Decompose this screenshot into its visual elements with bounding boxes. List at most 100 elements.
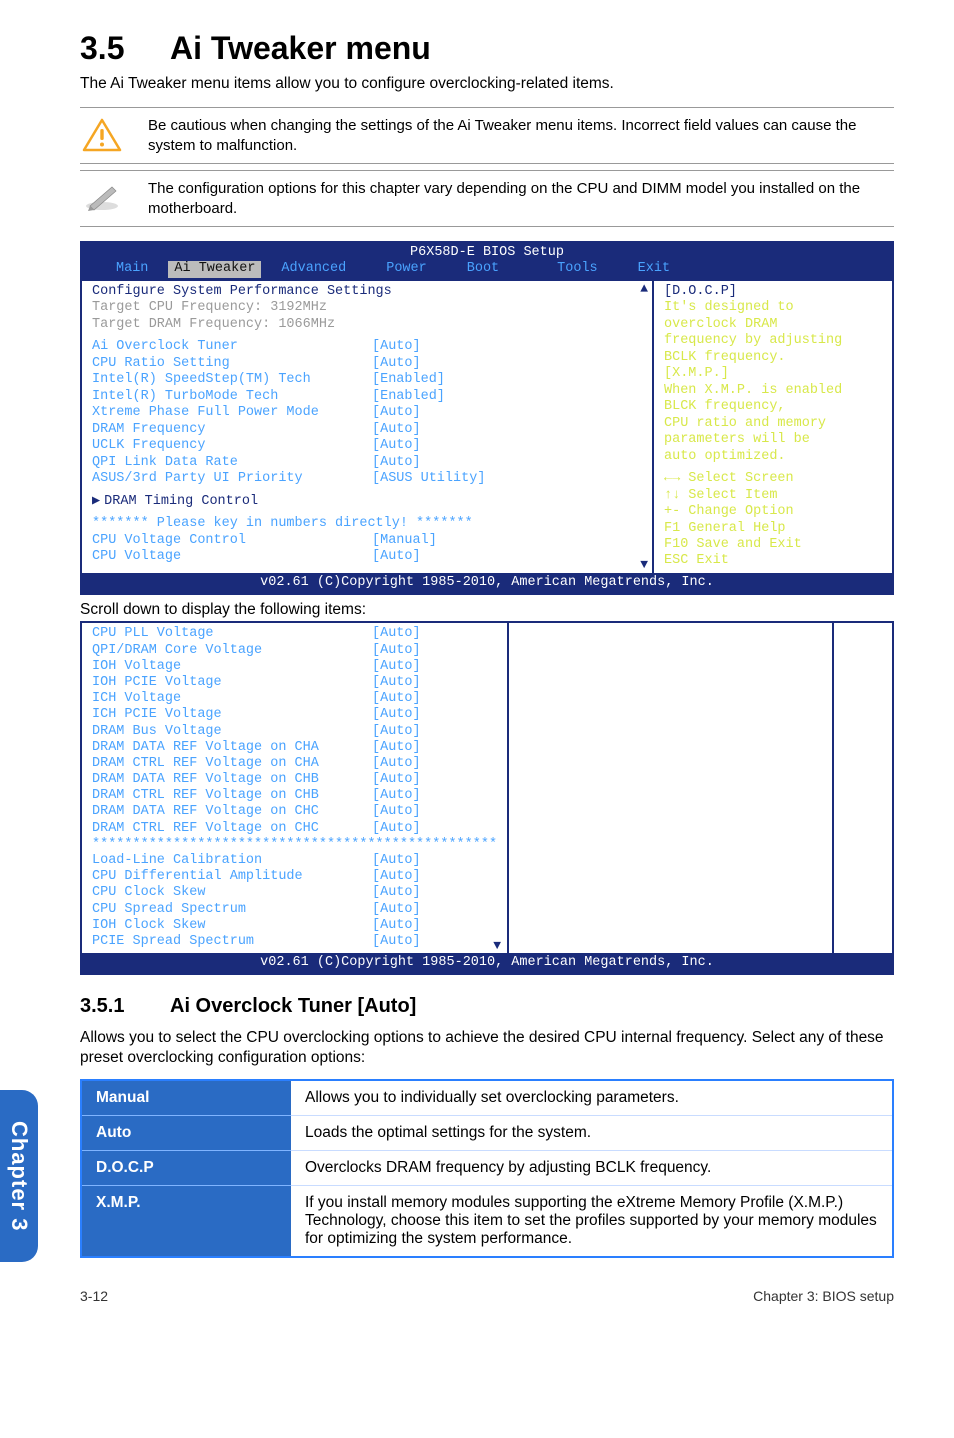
option-desc: Overclocks DRAM frequency by adjusting B… bbox=[291, 1150, 893, 1185]
bios-item-label: CPU Voltage bbox=[92, 549, 372, 565]
bios2-mid-pane bbox=[509, 623, 834, 953]
bios-item-label: QPI/DRAM Core Voltage bbox=[92, 643, 372, 659]
key-hint: F10 Save and Exit bbox=[664, 537, 882, 553]
bios-item-row: DRAM DATA REF Voltage on CHA[Auto] bbox=[92, 740, 497, 756]
bios-item-row: DRAM CTRL REF Voltage on CHC[Auto] bbox=[92, 821, 497, 837]
bios-item-value: [Auto] bbox=[372, 707, 421, 723]
option-desc: Allows you to individually set overclock… bbox=[291, 1080, 893, 1116]
bios-item-value: [Auto] bbox=[372, 934, 421, 950]
bios-item-label: DRAM DATA REF Voltage on CHC bbox=[92, 804, 372, 820]
bios-item-row: QPI/DRAM Core Voltage[Auto] bbox=[92, 643, 497, 659]
bios2-left-pane: CPU PLL Voltage[Auto]QPI/DRAM Core Volta… bbox=[82, 623, 509, 953]
menu-tools: Tools bbox=[537, 261, 618, 277]
stars-line: ******* Please key in numbers directly! … bbox=[92, 516, 642, 532]
bios-item-label: Load-Line Calibration bbox=[92, 853, 372, 869]
bios-item-value: [Enabled] bbox=[372, 389, 642, 405]
footer-page-number: 3-12 bbox=[80, 1288, 108, 1304]
target-cpu: Target CPU Frequency: 3192MHz bbox=[92, 300, 642, 316]
bios-item-row: DRAM Frequency[Auto] bbox=[92, 422, 642, 438]
section-heading: 3.5Ai Tweaker menu bbox=[80, 30, 894, 67]
menu-power: Power bbox=[366, 261, 447, 277]
option-desc: Loads the optimal settings for the syste… bbox=[291, 1115, 893, 1150]
help-line: When X.M.P. is enabled bbox=[664, 383, 882, 399]
bios-item-row: ICH Voltage[Auto] bbox=[92, 691, 497, 707]
bios-item-label: DRAM Frequency bbox=[92, 422, 372, 438]
bios-item-label: IOH Voltage bbox=[92, 659, 372, 675]
bios-item-row: DRAM Bus Voltage[Auto] bbox=[92, 724, 497, 740]
bios-item-label: PCIE Spread Spectrum bbox=[92, 934, 372, 950]
help-line: CPU ratio and memory bbox=[664, 416, 882, 432]
help-line: BCLK frequency. bbox=[664, 350, 882, 366]
bios-item-label: CPU Ratio Setting bbox=[92, 356, 372, 372]
bios-screen-main: P6X58D-E BIOS Setup Main Ai Tweaker Adva… bbox=[80, 241, 894, 595]
bios-item-label: QPI Link Data Rate bbox=[92, 455, 372, 471]
menu-main: Main bbox=[96, 261, 168, 277]
target-dram: Target DRAM Frequency: 1066MHz bbox=[92, 317, 642, 333]
bios-item-row: CPU Voltage[Auto] bbox=[92, 549, 642, 565]
bios-item-row: DRAM CTRL REF Voltage on CHA[Auto] bbox=[92, 756, 497, 772]
bios-item-label: CPU Differential Amplitude bbox=[92, 869, 372, 885]
table-row: D.O.C.POverclocks DRAM frequency by adju… bbox=[81, 1150, 893, 1185]
bios-item-row: PCIE Spread Spectrum[Auto] bbox=[92, 934, 497, 950]
bios-item-row: CPU Spread Spectrum[Auto] bbox=[92, 902, 497, 918]
menu-ai-tweaker: Ai Tweaker bbox=[168, 261, 261, 277]
option-desc: If you install memory modules supporting… bbox=[291, 1185, 893, 1257]
bios-item-row: Xtreme Phase Full Power Mode[Auto] bbox=[92, 405, 642, 421]
bios-item-label: Intel(R) SpeedStep(TM) Tech bbox=[92, 372, 372, 388]
key-hint: F1 General Help bbox=[664, 521, 882, 537]
info-note: The configuration options for this chapt… bbox=[80, 170, 894, 227]
bios-item-value: [Auto] bbox=[372, 549, 642, 565]
bios-item-label: DRAM CTRL REF Voltage on CHA bbox=[92, 756, 372, 772]
bios-item-row: CPU Differential Amplitude[Auto] bbox=[92, 869, 497, 885]
bios2-far-pane bbox=[834, 623, 892, 953]
bios-item-row: ICH PCIE Voltage[Auto] bbox=[92, 707, 497, 723]
option-key: D.O.C.P bbox=[81, 1150, 291, 1185]
bios-item-label: DRAM CTRL REF Voltage on CHB bbox=[92, 788, 372, 804]
bios-item-value: [Auto] bbox=[372, 869, 421, 885]
bios-item-row: ASUS/3rd Party UI Priority[ASUS Utility] bbox=[92, 471, 642, 487]
bios-item-value: [Auto] bbox=[372, 918, 421, 934]
option-key: Auto bbox=[81, 1115, 291, 1150]
bios-item-row: IOH PCIE Voltage[Auto] bbox=[92, 675, 497, 691]
bios-item-row: UCLK Frequency[Auto] bbox=[92, 438, 642, 454]
bios-item-value: [Auto] bbox=[372, 356, 642, 372]
bios-item-label: ASUS/3rd Party UI Priority bbox=[92, 471, 372, 487]
bios-item-row: CPU Ratio Setting[Auto] bbox=[92, 356, 642, 372]
bios-item-row: CPU Voltage Control[Manual] bbox=[92, 533, 642, 549]
subsection-number: 3.5.1 bbox=[80, 995, 170, 1018]
bios-item-value: [Auto] bbox=[372, 339, 642, 355]
bios-title: P6X58D-E BIOS Setup bbox=[82, 243, 892, 261]
scroll-up-icon: ▲ bbox=[640, 281, 648, 297]
scroll-down-icon-2: ▼ bbox=[493, 938, 501, 954]
bios-item-label: IOH PCIE Voltage bbox=[92, 675, 372, 691]
bios-item-value: [Auto] bbox=[372, 405, 642, 421]
dram-timing-control: ▶DRAM Timing Control bbox=[92, 494, 642, 510]
bios-item-value: [Auto] bbox=[372, 675, 421, 691]
bios-item-label: Intel(R) TurboMode Tech bbox=[92, 389, 372, 405]
bios-item-label: DRAM Bus Voltage bbox=[92, 724, 372, 740]
info-text: The configuration options for this chapt… bbox=[148, 179, 894, 218]
key-hint: +- Change Option bbox=[664, 504, 882, 520]
bios-item-row: Intel(R) TurboMode Tech[Enabled] bbox=[92, 389, 642, 405]
bios-item-label: CPU Clock Skew bbox=[92, 885, 372, 901]
bios2-footer: v02.61 (C)Copyright 1985-2010, American … bbox=[82, 953, 892, 973]
caution-text: Be cautious when changing the settings o… bbox=[148, 116, 894, 155]
bios-item-row: IOH Voltage[Auto] bbox=[92, 659, 497, 675]
bios-item-row: CPU PLL Voltage[Auto] bbox=[92, 626, 497, 642]
key-hint: ↑↓ Select Item bbox=[664, 488, 882, 504]
bios-item-label: DRAM DATA REF Voltage on CHA bbox=[92, 740, 372, 756]
bios-item-label: UCLK Frequency bbox=[92, 438, 372, 454]
help-line: overclock DRAM bbox=[664, 317, 882, 333]
bios-left-header: Configure System Performance Settings bbox=[92, 284, 642, 300]
bios-item-row: QPI Link Data Rate[Auto] bbox=[92, 455, 642, 471]
help-line: auto optimized. bbox=[664, 449, 882, 465]
bios-item-row: DRAM DATA REF Voltage on CHB[Auto] bbox=[92, 772, 497, 788]
bios-item-label: Xtreme Phase Full Power Mode bbox=[92, 405, 372, 421]
bios-item-value: [Manual] bbox=[372, 533, 642, 549]
bios-item-value: [Auto] bbox=[372, 756, 421, 772]
scroll-caption: Scroll down to display the following ite… bbox=[80, 601, 894, 619]
table-row: ManualAllows you to individually set ove… bbox=[81, 1080, 893, 1116]
bios-item-label: IOH Clock Skew bbox=[92, 918, 372, 934]
key-hint: ←→ Select Screen bbox=[664, 471, 882, 487]
bios-item-label: CPU PLL Voltage bbox=[92, 626, 372, 642]
